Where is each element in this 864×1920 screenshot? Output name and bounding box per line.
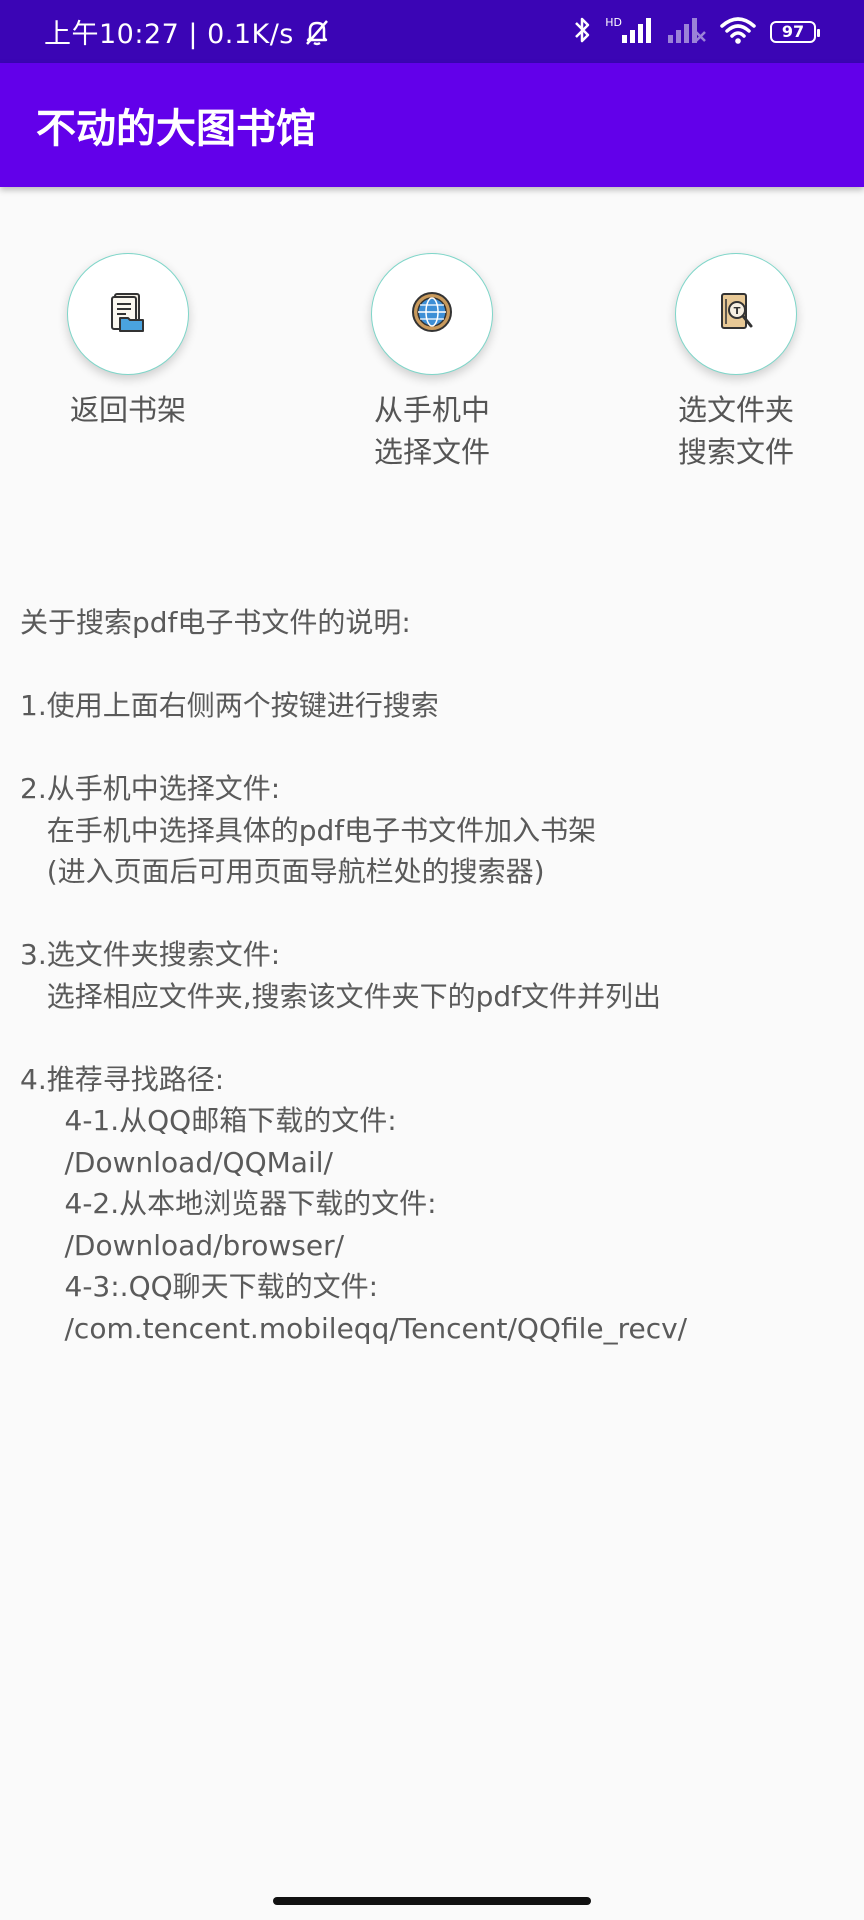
action-circle[interactable]: T	[675, 253, 797, 375]
hd-label: HD	[605, 16, 622, 29]
app-title: 不动的大图书馆	[36, 106, 316, 152]
search-instructions: 关于搜索pdf电子书文件的说明: 1.使用上面右侧两个按键进行搜索 2.从手机中…	[20, 602, 840, 1349]
action-label-line1: 选文件夹	[677, 393, 794, 427]
svg-text:T: T	[734, 306, 741, 317]
action-label: 选文件夹 搜索文件	[616, 389, 856, 473]
notes-line: 4-3:.QQ聊天下载的文件:	[20, 1270, 379, 1303]
notes-line: /com.tencent.mobileqq/Tencent/QQfile_rec…	[20, 1311, 688, 1345]
wifi-icon	[720, 16, 756, 48]
app-bar: 不动的大图书馆	[0, 63, 864, 187]
action-label-line1: 从手机中	[373, 393, 490, 427]
action-label-line1: 返回书架	[69, 393, 186, 427]
notes-line	[20, 1017, 840, 1059]
action-circle[interactable]	[67, 253, 189, 375]
action-circle[interactable]	[371, 253, 493, 375]
back-to-bookshelf-button[interactable]: 返回书架	[8, 253, 248, 431]
notes-line: 1.使用上面右侧两个按键进行搜索	[20, 689, 439, 722]
time-speed: 上午10:27 | 0.1K/s	[44, 19, 294, 50]
notes-line: 4.推荐寻找路径:	[20, 1062, 225, 1096]
signal-no-service-icon	[668, 17, 706, 47]
search-folder-button[interactable]: T 选文件夹 搜索文件	[616, 253, 856, 473]
action-label-line2: 搜索文件	[677, 435, 794, 469]
home-indicator[interactable]	[273, 1897, 591, 1905]
notes-line: 在手机中选择具体的pdf电子书文件加入书架	[20, 813, 597, 847]
notes-line: (进入页面后可用页面导航栏处的搜索器)	[20, 855, 545, 888]
notes-line: 4-1.从QQ邮箱下载的文件:	[20, 1104, 397, 1137]
notes-line	[20, 727, 840, 769]
signal-icon	[622, 17, 654, 47]
battery-level: 97	[781, 22, 805, 41]
status-left: 上午10:27 | 0.1K/s	[44, 0, 332, 63]
globe-icon	[410, 290, 454, 338]
bell-off-icon	[302, 17, 332, 47]
action-label: 从手机中 选择文件	[312, 389, 552, 473]
notes-line: /Download/browser/	[20, 1228, 345, 1262]
notes-line: 2.从手机中选择文件:	[20, 772, 281, 805]
bluetooth-icon	[573, 15, 591, 49]
notes-line: 关于搜索pdf电子书文件的说明:	[20, 606, 411, 639]
notes-line: 选择相应文件夹,搜索该文件夹下的pdf文件并列出	[20, 979, 662, 1013]
document-folder-icon	[106, 290, 150, 338]
battery-icon: 97	[770, 20, 820, 43]
notes-line	[20, 644, 840, 686]
select-from-phone-button[interactable]: 从手机中 选择文件	[312, 253, 552, 473]
status-right: HD 97	[573, 0, 820, 63]
notes-line: /Download/QQMail/	[20, 1145, 333, 1179]
notes-line: 4-2.从本地浏览器下载的文件:	[20, 1187, 437, 1220]
status-bar: 上午10:27 | 0.1K/s HD 97	[0, 0, 864, 63]
notes-line	[20, 893, 840, 935]
notes-line: 3.选文件夹搜索文件:	[20, 938, 281, 971]
action-label-line2: 选择文件	[373, 435, 490, 469]
search-file-icon: T	[714, 290, 758, 338]
action-label: 返回书架	[8, 389, 248, 431]
